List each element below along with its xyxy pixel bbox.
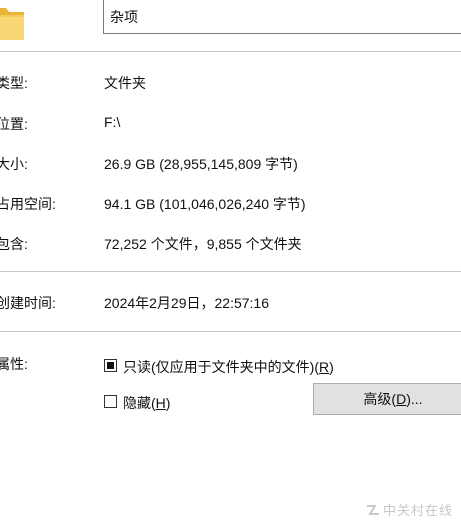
zol-logo-icon (366, 504, 379, 515)
attributes-label: 属性: (0, 356, 28, 372)
folder-icon (0, 8, 24, 40)
hidden-checkbox-label[interactable]: 隐藏(H) (123, 393, 170, 413)
hidden-checkbox[interactable] (104, 395, 117, 408)
size-value: 26.9 GB (28,955,145,809 字节) (104, 156, 298, 172)
watermark: 中关村在线 (366, 500, 453, 519)
divider (0, 51, 461, 52)
contains-value: 72,252 个文件，9,855 个文件夹 (104, 236, 302, 252)
folder-name-input[interactable]: 杂项 (103, 0, 461, 34)
advanced-button[interactable]: 高级(D)... (313, 383, 461, 415)
created-label: 创建时间: (0, 295, 56, 311)
type-value: 文件夹 (104, 75, 146, 91)
properties-dialog: 杂项 类型: 文件夹 位置: F:\ 大小: 26.9 GB (28,955,1… (0, 0, 461, 527)
location-label: 位置: (0, 116, 28, 132)
size-on-disk-label: 占用空间: (0, 196, 56, 212)
divider (0, 271, 461, 272)
created-value: 2024年2月29日，22:57:16 (104, 295, 269, 311)
contains-label: 包含: (0, 236, 28, 252)
readonly-checkbox-label[interactable]: 只读(仅应用于文件夹中的文件)(R) (123, 357, 334, 377)
size-label: 大小: (0, 156, 28, 172)
watermark-text: 中关村在线 (382, 503, 453, 518)
divider (0, 331, 461, 332)
readonly-checkbox[interactable] (104, 359, 117, 372)
size-on-disk-value: 94.1 GB (101,046,026,240 字节) (104, 196, 306, 212)
type-label: 类型: (0, 75, 28, 91)
location-value: F:\ (104, 114, 121, 130)
